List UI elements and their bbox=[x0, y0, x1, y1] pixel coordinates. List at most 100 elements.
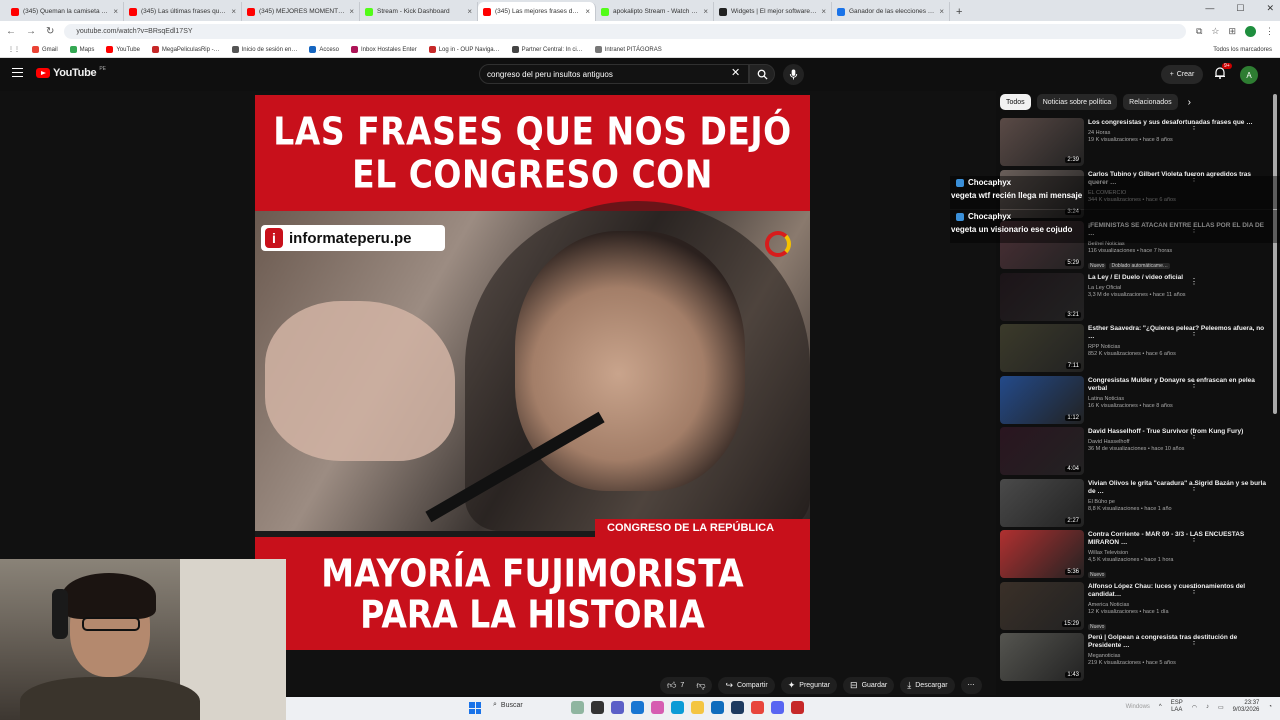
file-explorer-icon[interactable] bbox=[691, 701, 704, 714]
video-title[interactable]: Los congresistas y sus desafortunadas fr… bbox=[1088, 119, 1272, 127]
channel-name[interactable]: Latina Noticias bbox=[1088, 396, 1272, 402]
more-options-icon[interactable]: ⋮ bbox=[1190, 534, 1198, 543]
tab-close-icon[interactable]: × bbox=[467, 7, 472, 16]
bookmark-item[interactable]: MegaPeliculasRip -… bbox=[151, 46, 220, 53]
ask-button[interactable]: ✦ Preguntar bbox=[780, 676, 838, 694]
bookmark-star-icon[interactable]: ☆ bbox=[1211, 26, 1219, 37]
video-thumbnail[interactable]: 3:21 bbox=[1000, 272, 1084, 321]
video-thumbnail[interactable]: 1:43 bbox=[1000, 633, 1084, 681]
video-title[interactable]: Vivian Olivos le grita "caradura" a Sigr… bbox=[1088, 480, 1272, 496]
forward-icon[interactable]: → bbox=[26, 26, 36, 37]
volume-icon[interactable]: ♪ bbox=[1206, 704, 1209, 710]
more-options-icon[interactable]: ⋮ bbox=[1190, 431, 1198, 440]
more-options-icon[interactable]: ⋮ bbox=[1190, 277, 1198, 286]
more-options-icon[interactable]: ⋮ bbox=[1190, 122, 1198, 131]
back-icon[interactable]: ← bbox=[6, 26, 16, 37]
download-button[interactable]: ⤓ Descargar bbox=[900, 676, 955, 694]
bookmark-item[interactable]: Maps bbox=[69, 46, 94, 53]
teams-icon[interactable] bbox=[611, 701, 624, 714]
discord-icon[interactable] bbox=[771, 701, 784, 714]
bookmark-item[interactable]: Gmail bbox=[32, 46, 58, 53]
extensions-icon[interactable]: ⊞ bbox=[1228, 26, 1236, 37]
cast-icon[interactable]: ⧉ bbox=[1196, 26, 1202, 37]
obs-icon[interactable] bbox=[791, 701, 804, 714]
search-input[interactable]: congreso del peru insultos antiguos bbox=[479, 64, 749, 84]
browser-tab[interactable]: (345) Las últimas frases que gu… × bbox=[124, 2, 242, 21]
create-button[interactable]: + Crear bbox=[1161, 65, 1203, 84]
video-title[interactable]: Congresistas Mulder y Donayre se enfrasc… bbox=[1088, 377, 1272, 393]
language-indicator[interactable]: ESP LAA bbox=[1171, 700, 1183, 714]
taskbar-search[interactable]: ⌕ Buscar bbox=[493, 701, 523, 709]
video-title[interactable]: Contra Corriente - MAR 09 - 3/3 - LAS EN… bbox=[1088, 531, 1272, 547]
video-title[interactable]: David Hasselhoff - True Survivor (from K… bbox=[1088, 428, 1272, 436]
browser-tab[interactable]: apokalipto Stream - Watch Liv… × bbox=[596, 2, 714, 21]
tab-close-icon[interactable]: × bbox=[703, 7, 708, 16]
browser-tab[interactable]: Widgets | El mejor software pa… × bbox=[714, 2, 832, 21]
browser-tab[interactable]: (345) MEJORES MOMENTOS DE…× bbox=[242, 2, 360, 21]
terminal-icon[interactable] bbox=[731, 701, 744, 714]
channel-name[interactable]: La Ley Oficial bbox=[1088, 285, 1272, 291]
video-thumbnail[interactable]: 1:12 bbox=[1000, 375, 1084, 424]
video-title[interactable]: La Ley / El Duelo / video oficial bbox=[1088, 274, 1272, 282]
more-options-icon[interactable]: ⋮ bbox=[1190, 483, 1198, 492]
video-thumbnail[interactable]: 5:36 bbox=[1000, 530, 1084, 578]
task-view-icon[interactable] bbox=[591, 701, 604, 714]
bookmark-item[interactable]: Partner Central: In ci… bbox=[511, 46, 583, 53]
battery-icon[interactable]: ▭ bbox=[1218, 704, 1224, 711]
apps-grid-icon[interactable]: ⋮⋮ bbox=[8, 46, 20, 53]
tray-chevron-icon[interactable]: ^ bbox=[1159, 704, 1162, 710]
browser-tab[interactable]: Ganador de las elecciones pres… × bbox=[832, 2, 950, 21]
channel-name[interactable]: America Noticias bbox=[1088, 602, 1272, 608]
channel-name[interactable]: 24 Horas bbox=[1088, 130, 1272, 136]
recommended-video[interactable]: 5:36 Contra Corriente - MAR 09 - 3/3 - LA… bbox=[1000, 530, 1272, 582]
channel-name[interactable]: Willax Television bbox=[1088, 550, 1272, 556]
tab-close-icon[interactable]: × bbox=[349, 7, 354, 16]
search-button[interactable] bbox=[749, 64, 775, 84]
voice-search-button[interactable] bbox=[783, 64, 804, 85]
bookmark-item[interactable]: Inbox Hostales Enter bbox=[351, 46, 417, 53]
url-field[interactable]: youtube.com/watch?v=BRsqEdl17SY bbox=[64, 24, 1186, 39]
browser-tab[interactable]: (345) Queman la camiseta de M… × bbox=[6, 2, 124, 21]
like-dislike-group[interactable]: 👍︎ 7 👎︎ bbox=[660, 676, 713, 694]
close-window-icon[interactable]: ✕ bbox=[1266, 3, 1274, 14]
recommended-video[interactable]: 4:04 David Hasselhoff - True Survivor (fr… bbox=[1000, 427, 1272, 479]
video-frame[interactable]: LAS FRASES QUE NOS DEJÓ EL CONGRESO CON … bbox=[255, 95, 810, 650]
thumbs-up-icon[interactable]: 👍︎ bbox=[667, 680, 676, 691]
browser-tab[interactable]: (345) Las mejores frases de… × bbox=[478, 2, 596, 21]
recommended-video[interactable]: 2:39 Los congresistas y sus desafortunada… bbox=[1000, 118, 1272, 170]
video-title[interactable]: Perú | Golpean a congresista tras destit… bbox=[1088, 634, 1272, 650]
maximize-icon[interactable]: ☐ bbox=[1236, 3, 1244, 14]
save-button[interactable]: ⊟ Guardar bbox=[843, 676, 895, 694]
tab-close-icon[interactable]: × bbox=[231, 7, 236, 16]
reload-icon[interactable]: ↻ bbox=[46, 26, 54, 37]
browser-tab[interactable]: Stream - Kick Dashboard × bbox=[360, 2, 478, 21]
account-avatar[interactable]: A bbox=[1240, 66, 1258, 84]
more-options-icon[interactable]: ⋮ bbox=[1190, 637, 1198, 646]
browser-menu-icon[interactable]: ⋮ bbox=[1265, 26, 1274, 37]
wifi-icon[interactable]: ◠ bbox=[1192, 704, 1197, 711]
recommended-video[interactable]: 1:12 Congresistas Mulder y Donayre se enf… bbox=[1000, 375, 1272, 428]
thumbs-down-icon[interactable]: 👎︎ bbox=[696, 680, 705, 691]
outlook-icon[interactable] bbox=[711, 701, 724, 714]
filter-chip[interactable]: Noticias sobre política bbox=[1036, 94, 1118, 110]
more-options-icon[interactable]: ⋮ bbox=[1190, 586, 1198, 595]
bookmark-item[interactable]: Log in - OUP Naviga… bbox=[428, 46, 500, 53]
bookmark-item[interactable]: Intranet PITÁGORAS bbox=[594, 46, 662, 53]
channel-name[interactable]: David Hasselhoff bbox=[1088, 439, 1272, 445]
filter-chip[interactable]: Relacionados bbox=[1123, 94, 1178, 110]
more-options-icon[interactable]: ⋮ bbox=[1190, 328, 1198, 337]
recommended-video[interactable]: 3:21 La Ley / El Duelo / video oficial La … bbox=[1000, 272, 1272, 325]
channel-name[interactable]: El Búho pe bbox=[1088, 499, 1272, 505]
video-thumbnail[interactable]: 2:27 bbox=[1000, 478, 1084, 527]
more-actions-button[interactable]: ⋯ bbox=[960, 676, 982, 694]
hamburger-menu-icon[interactable] bbox=[12, 68, 23, 77]
recommended-video[interactable]: 15:29 Alfonso López Chau: luces y cuestio… bbox=[1000, 581, 1272, 634]
tab-close-icon[interactable]: × bbox=[585, 7, 590, 16]
clock[interactable]: 23:37 9/03/2026 bbox=[1233, 700, 1260, 714]
edge-icon[interactable] bbox=[671, 701, 684, 714]
store-icon[interactable] bbox=[631, 701, 644, 714]
scrollbar[interactable] bbox=[1273, 94, 1277, 414]
tab-close-icon[interactable]: × bbox=[939, 7, 944, 16]
video-thumbnail[interactable]: 2:39 bbox=[1000, 118, 1084, 166]
all-bookmarks-folder[interactable]: Todos los marcadores bbox=[1213, 47, 1272, 53]
